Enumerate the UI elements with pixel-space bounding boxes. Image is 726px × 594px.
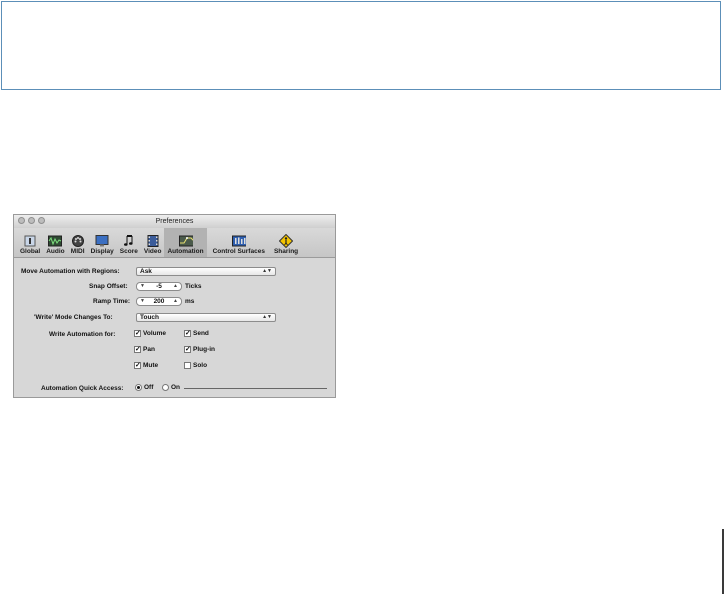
- snap-offset-unit: Ticks: [185, 283, 202, 290]
- tab-audio[interactable]: Audio: [43, 228, 67, 257]
- tab-display[interactable]: Display: [88, 228, 117, 257]
- automation-icon: [178, 234, 193, 247]
- ramp-time-stepper[interactable]: ▼ 200 ▲: [136, 297, 182, 306]
- increment-arrow-icon[interactable]: ▲: [173, 283, 178, 290]
- sharing-icon: [279, 233, 294, 248]
- tab-midi[interactable]: MIDI: [68, 228, 88, 257]
- section-divider: [184, 388, 327, 389]
- tab-video[interactable]: Video: [141, 228, 165, 257]
- close-button[interactable]: [18, 217, 25, 224]
- ramp-time-unit: ms: [185, 298, 195, 305]
- page-edge-bar: [722, 529, 724, 594]
- move-automation-popup[interactable]: Ask ▲▼: [136, 267, 276, 276]
- preferences-toolbar: Global Audio MIDI Display Score Video Au…: [14, 228, 335, 258]
- increment-arrow-icon[interactable]: ▲: [173, 298, 178, 305]
- ramp-time-label: Ramp Time:: [93, 298, 131, 305]
- write-mode-popup[interactable]: Touch ▲▼: [136, 313, 276, 322]
- checkmark-icon: ✓: [184, 330, 191, 337]
- write-automation-for-label: Write Automation for:: [49, 331, 116, 338]
- control-surfaces-icon: [231, 234, 246, 247]
- mute-checkbox[interactable]: ✓ Mute: [134, 362, 158, 369]
- quick-access-label: Automation Quick Access:: [41, 385, 124, 392]
- popup-arrows-icon: ▲▼: [262, 314, 272, 320]
- checkmark-icon: ✓: [134, 362, 141, 369]
- display-icon: [95, 234, 109, 247]
- tab-sharing[interactable]: Sharing: [271, 228, 301, 257]
- plug-in-checkbox[interactable]: ✓ Plug-in: [184, 346, 215, 353]
- snap-offset-label: Snap Offset:: [89, 283, 128, 290]
- move-automation-label: Move Automation with Regions:: [21, 268, 120, 275]
- tab-score[interactable]: Score: [117, 228, 141, 257]
- tab-automation[interactable]: Automation: [164, 228, 207, 257]
- global-icon: [23, 234, 37, 247]
- midi-icon: [71, 234, 85, 247]
- tab-global[interactable]: Global: [17, 228, 43, 257]
- checkmark-icon: ✓: [184, 346, 191, 353]
- popup-arrows-icon: ▲▼: [262, 268, 272, 274]
- pan-checkbox[interactable]: ✓ Pan: [134, 346, 155, 353]
- automation-pane: Move Automation with Regions: Ask ▲▼ Sna…: [14, 258, 335, 397]
- window-title: Preferences: [155, 218, 194, 225]
- video-icon: [146, 234, 160, 247]
- snap-offset-stepper[interactable]: ▼ -5 ▲: [136, 282, 182, 291]
- minimize-button[interactable]: [28, 217, 35, 224]
- score-icon: [122, 234, 136, 247]
- volume-checkbox[interactable]: ✓ Volume: [134, 330, 166, 337]
- quick-access-off-radio[interactable]: Off: [135, 384, 153, 391]
- title-bar[interactable]: Preferences: [14, 215, 335, 228]
- quick-access-on-radio[interactable]: On: [162, 384, 180, 391]
- checkmark-icon: ✓: [134, 330, 141, 337]
- solo-checkbox[interactable]: Solo: [184, 362, 207, 369]
- write-mode-label: 'Write' Mode Changes To:: [34, 314, 113, 321]
- audio-icon: [48, 234, 63, 247]
- preferences-window: Preferences Global Audio MIDI Display Sc…: [13, 214, 336, 398]
- top-frame-box: [1, 1, 721, 90]
- tab-control-surfaces[interactable]: Control Surfaces: [207, 228, 271, 257]
- zoom-button[interactable]: [38, 217, 45, 224]
- radio-selected-icon: [135, 384, 142, 391]
- window-controls: [18, 217, 45, 224]
- checkmark-icon: ✓: [134, 346, 141, 353]
- send-checkbox[interactable]: ✓ Send: [184, 330, 209, 337]
